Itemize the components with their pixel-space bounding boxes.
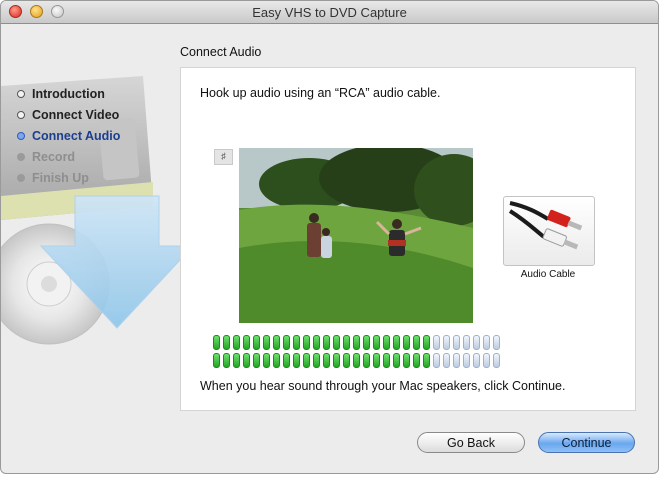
step-status-icon [17, 89, 25, 98]
level-segment-inactive [433, 335, 440, 350]
step-finish-up: Finish Up [17, 167, 120, 188]
level-segment-active [403, 335, 410, 350]
step-status-icon [17, 152, 25, 161]
level-segment-active [273, 335, 280, 350]
level-segment-active [333, 335, 340, 350]
level-segment-active [313, 335, 320, 350]
level-segment-active [423, 353, 430, 368]
level-segment-inactive [493, 335, 500, 350]
level-segment-active [253, 353, 260, 368]
level-segment-active [213, 353, 220, 368]
level-segment-active [413, 353, 420, 368]
step-record: Record [17, 146, 120, 167]
step-status-icon [17, 131, 25, 140]
content-panel: Hook up audio using an “RCA” audio cable… [180, 67, 636, 411]
level-segment-active [293, 353, 300, 368]
level-segment-active [283, 335, 290, 350]
level-segment-active [233, 353, 240, 368]
level-segment-inactive [443, 353, 450, 368]
audio-cable-label: Audio Cable [520, 269, 576, 280]
level-segment-active [423, 335, 430, 350]
level-segment-active [303, 335, 310, 350]
level-segment-active [353, 335, 360, 350]
level-segment-active [383, 353, 390, 368]
level-segment-inactive [453, 335, 460, 350]
level-segment-inactive [483, 353, 490, 368]
audio-level-meter [213, 335, 503, 371]
title-bar: Easy VHS to DVD Capture [1, 1, 658, 24]
level-segment-active [363, 353, 370, 368]
level-segment-inactive [463, 353, 470, 368]
level-segment-active [413, 335, 420, 350]
sidebar-illustration [1, 76, 195, 345]
step-connect-video: Connect Video [17, 104, 120, 125]
audio-cable-button[interactable] [503, 196, 595, 266]
go-back-button[interactable]: Go Back [417, 432, 525, 453]
step-connect-audio: Connect Audio [17, 125, 120, 146]
level-segment-inactive [483, 335, 490, 350]
step-label: Connect Video [32, 107, 120, 122]
level-segment-active [403, 353, 410, 368]
level-segment-active [223, 353, 230, 368]
step-introduction: Introduction [17, 83, 120, 104]
level-segment-active [263, 335, 270, 350]
level-segment-inactive [453, 353, 460, 368]
level-segment-inactive [493, 353, 500, 368]
step-label: Record [32, 149, 76, 164]
level-segment-active [303, 353, 310, 368]
window-title: Easy VHS to DVD Capture [252, 5, 407, 20]
level-segment-active [353, 353, 360, 368]
app-window: Easy VHS to DVD Capture Introduction Con… [0, 0, 659, 474]
level-segment-active [323, 353, 330, 368]
section-title: Connect Audio [180, 45, 262, 59]
level-segment-active [283, 353, 290, 368]
step-label: Introduction [32, 86, 105, 101]
step-list: Introduction Connect Video Connect Audio… [17, 83, 120, 188]
level-segment-active [343, 353, 350, 368]
continue-hint-text: When you hear sound through your Mac spe… [200, 379, 566, 393]
level-segment-active [373, 353, 380, 368]
level-segment-active [253, 335, 260, 350]
level-segment-inactive [473, 335, 480, 350]
level-segment-active [273, 353, 280, 368]
level-segment-inactive [443, 335, 450, 350]
level-segment-active [293, 335, 300, 350]
level-segment-active [323, 335, 330, 350]
video-preview [239, 148, 473, 323]
level-segment-active [333, 353, 340, 368]
level-segment-active [393, 353, 400, 368]
level-segment-active [393, 335, 400, 350]
continue-button[interactable]: Continue [538, 432, 635, 453]
level-segment-active [213, 335, 220, 350]
level-segment-inactive [463, 335, 470, 350]
instruction-text: Hook up audio using an “RCA” audio cable… [200, 86, 441, 100]
level-segment-active [383, 335, 390, 350]
step-status-icon [17, 110, 25, 119]
level-segment-active [223, 335, 230, 350]
level-segment-active [233, 335, 240, 350]
rca-cable-icon [508, 201, 583, 250]
level-segment-inactive [473, 353, 480, 368]
level-segment-active [243, 353, 250, 368]
step-label: Connect Audio [32, 128, 121, 143]
level-segment-active [243, 335, 250, 350]
step-status-icon [17, 173, 25, 182]
level-segment-active [373, 335, 380, 350]
level-segment-active [263, 353, 270, 368]
level-segment-active [343, 335, 350, 350]
level-segment-active [313, 353, 320, 368]
step-label: Finish Up [32, 170, 89, 185]
speaker-icon: ♯ [214, 149, 233, 165]
level-segment-active [363, 335, 370, 350]
level-segment-inactive [433, 353, 440, 368]
